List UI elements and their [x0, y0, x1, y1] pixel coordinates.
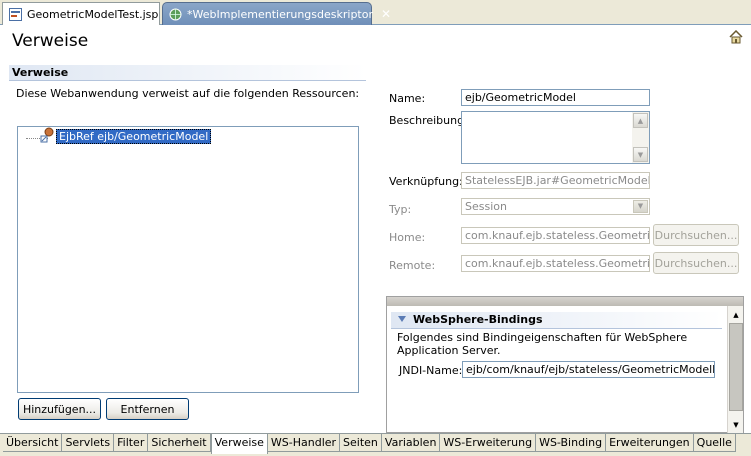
- name-label: Name:: [389, 92, 426, 105]
- jsp-file-icon: [9, 7, 22, 21]
- close-icon[interactable]: ✕: [381, 7, 391, 21]
- websphere-bindings-panel: WebSphere-Bindings Folgendes sind Bindin…: [386, 296, 744, 433]
- remote-field[interactable]: com.knauf.ejb.stateless.GeometricMc: [461, 255, 650, 272]
- link-field[interactable]: StatelessEJB.jar#GeometricModel: [461, 172, 650, 189]
- description-textarea[interactable]: ▲ ▼: [461, 111, 650, 164]
- panel-sash[interactable]: [387, 297, 743, 306]
- page-tabs: Übersicht Servlets Filter Sicherheit Ver…: [0, 433, 751, 456]
- page-tab-quelle[interactable]: Quelle: [693, 434, 736, 452]
- bindings-scrollbar[interactable]: ▲ ▼: [727, 306, 743, 433]
- home-label: Home:: [389, 231, 426, 244]
- remote-browse-button[interactable]: Durchsuchen...: [653, 252, 739, 274]
- page-tab-sicherheit[interactable]: Sicherheit: [148, 434, 211, 452]
- page-tab-ws-binding[interactable]: WS-Binding: [536, 434, 607, 452]
- tab-label: *WebImplementierungsdeskriptor: [187, 7, 373, 21]
- globe-icon: [169, 8, 182, 20]
- page-title: Verweise: [12, 31, 89, 51]
- page-tab-ws-erweiterung[interactable]: WS-Erweiterung: [440, 434, 537, 452]
- home-field[interactable]: com.knauf.ejb.stateless.GeometricMc: [461, 227, 650, 244]
- scroll-down-icon[interactable]: ▼: [729, 417, 743, 432]
- references-section-header: Verweise: [9, 65, 366, 81]
- references-tree[interactable]: EjbRef ejb/GeometricModel: [17, 126, 359, 393]
- add-button[interactable]: Hinzufügen...: [18, 398, 101, 420]
- type-select[interactable]: Session ▼: [461, 198, 650, 215]
- chevron-down-icon[interactable]: ▼: [633, 200, 648, 213]
- tab-geometricmodeltest-jsp[interactable]: GeometricModelTest.jsp: [2, 2, 160, 25]
- scroll-up-icon[interactable]: ▲: [729, 307, 743, 322]
- remote-label: Remote:: [389, 259, 436, 272]
- home-browse-button[interactable]: Durchsuchen...: [653, 224, 739, 246]
- tree-item-ejbref[interactable]: EjbRef ejb/GeometricModel: [56, 129, 212, 144]
- remove-button[interactable]: Entfernen: [106, 398, 189, 420]
- ejb-ref-icon: [40, 127, 54, 143]
- twisty-expanded-icon[interactable]: [398, 316, 406, 322]
- help-home-icon[interactable]: [729, 30, 743, 44]
- description-label: Beschreibung:: [389, 114, 468, 127]
- page-tab-servlets[interactable]: Servlets: [62, 434, 115, 452]
- tab-label: GeometricModelTest.jsp: [27, 7, 159, 21]
- type-select-value: Session: [465, 200, 507, 213]
- link-label: Verknüpfung:: [389, 175, 463, 188]
- scroll-up-icon[interactable]: ▲: [633, 113, 648, 128]
- type-label: Typ:: [389, 203, 412, 216]
- bindings-description: Folgendes sind Bindingeigenschaften für …: [397, 331, 688, 357]
- scroll-thumb[interactable]: [729, 323, 743, 411]
- page-tab-variablen[interactable]: Variablen: [381, 434, 441, 452]
- textarea-scrollbar[interactable]: ▲ ▼: [632, 112, 649, 163]
- page-tab-filter[interactable]: Filter: [114, 434, 149, 452]
- bindings-title: WebSphere-Bindings: [413, 313, 543, 326]
- editor-area: Verweise Verweise Diese Webanwendung ver…: [0, 26, 751, 433]
- page-tab-erweiterungen[interactable]: Erweiterungen: [606, 434, 694, 452]
- references-description: Diese Webanwendung verweist auf die folg…: [16, 87, 360, 100]
- scroll-down-icon[interactable]: ▼: [633, 147, 648, 162]
- name-field[interactable]: ejb/GeometricModel: [461, 89, 650, 106]
- page-tab-verweise[interactable]: Verweise: [210, 434, 268, 454]
- editor-tab-bar: GeometricModelTest.jsp *WebImplementieru…: [0, 0, 751, 25]
- jndi-label: JNDI-Name:: [399, 364, 463, 377]
- page-tab-uebersicht[interactable]: Übersicht: [3, 434, 63, 452]
- tab-web-deployment-descriptor[interactable]: *WebImplementierungsdeskriptor ✕: [162, 2, 391, 25]
- jndi-name-field[interactable]: ejb/com/knauf/ejb/stateless/GeometricMod…: [462, 361, 715, 378]
- page-tab-ws-handler[interactable]: WS-Handler: [267, 434, 341, 452]
- websphere-bindings-header[interactable]: WebSphere-Bindings: [391, 312, 722, 329]
- page-tab-seiten[interactable]: Seiten: [340, 434, 382, 452]
